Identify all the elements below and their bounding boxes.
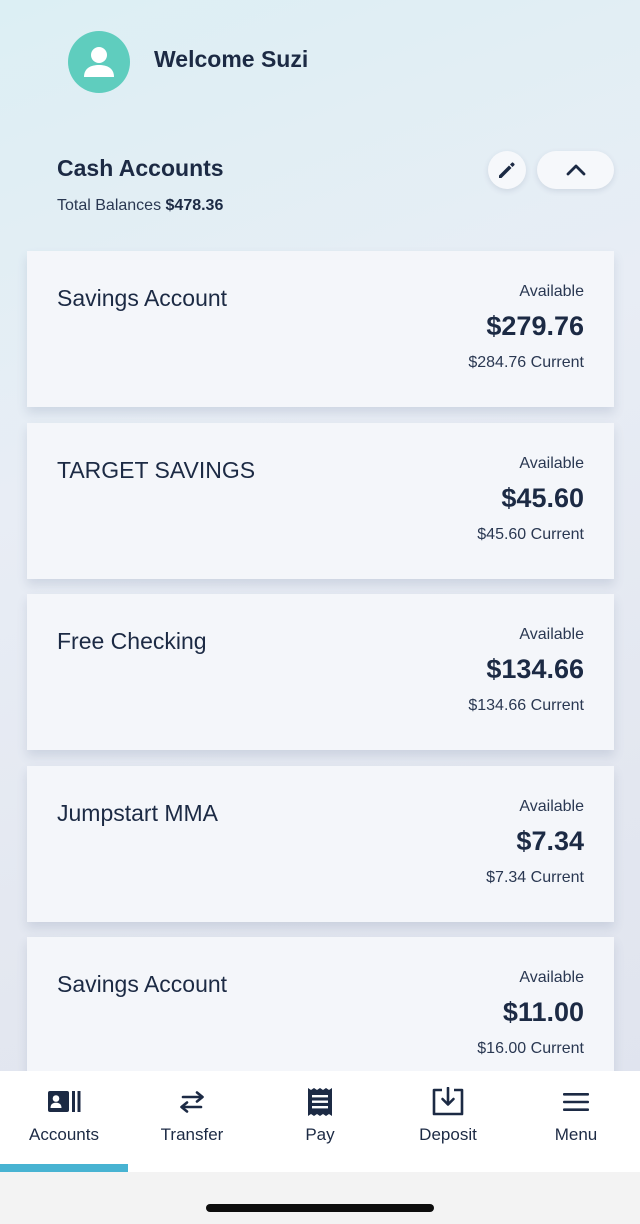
tab-label: Pay — [305, 1125, 335, 1144]
account-card[interactable]: Jumpstart MMA Available $7.34 $7.34 Curr… — [27, 766, 614, 922]
tab-transfer[interactable]: Transfer — [128, 1071, 256, 1172]
tab-label: Accounts — [29, 1125, 99, 1144]
available-balance: $11.00 — [502, 997, 584, 1027]
pencil-icon — [499, 162, 515, 178]
account-name: Savings Account — [57, 285, 228, 311]
tab-deposit[interactable]: Deposit — [384, 1071, 512, 1172]
current-balance: $134.66 Current — [468, 697, 584, 714]
available-label: Available — [519, 283, 584, 300]
account-name: Savings Account — [57, 971, 228, 997]
total-balances: Total Balances $478.36 — [57, 197, 223, 215]
tab-label: Menu — [554, 1125, 598, 1144]
current-balance: $16.00 Current — [477, 1040, 584, 1057]
available-balance: $7.34 — [516, 826, 584, 856]
account-card[interactable]: TARGET SAVINGS Available $45.60 $45.60 C… — [27, 423, 614, 579]
total-label: Total Balances — [57, 197, 162, 214]
account-name: Jumpstart MMA — [57, 800, 219, 826]
pay-icon — [308, 1088, 332, 1116]
header: Welcome Suzi — [0, 0, 640, 130]
available-label: Available — [519, 455, 584, 472]
tab-label: Transfer — [160, 1125, 224, 1144]
edit-button[interactable] — [488, 151, 526, 189]
tab-pay[interactable]: Pay — [256, 1071, 384, 1172]
deposit-icon — [432, 1087, 464, 1116]
current-balance: $7.34 Current — [486, 869, 584, 886]
home-indicator[interactable] — [206, 1204, 434, 1212]
available-label: Available — [519, 969, 584, 986]
available-balance: $279.76 — [486, 311, 584, 341]
avatar[interactable] — [68, 31, 130, 93]
available-label: Available — [519, 626, 584, 643]
tab-label: Deposit — [419, 1125, 477, 1144]
available-label: Available — [519, 798, 584, 815]
total-value: $478.36 — [165, 197, 224, 214]
home-indicator-area — [0, 1172, 640, 1224]
bottom-tab-bar: Accounts Transfer Pay Deposit Menu — [0, 1071, 640, 1172]
active-tab-indicator — [0, 1164, 128, 1172]
menu-icon — [563, 1093, 589, 1111]
accounts-icon — [48, 1091, 81, 1112]
section-title: Cash Accounts — [57, 155, 224, 181]
current-balance: $284.76 Current — [468, 354, 584, 371]
available-balance: $45.60 — [501, 483, 584, 513]
welcome-text: Welcome Suzi — [154, 46, 309, 72]
chevron-up-icon — [566, 164, 585, 176]
account-card[interactable]: Savings Account Available $279.76 $284.7… — [27, 251, 614, 407]
tab-menu[interactable]: Menu — [512, 1071, 640, 1172]
available-balance: $134.66 — [486, 654, 584, 684]
user-icon — [84, 47, 114, 77]
account-name: Free Checking — [57, 628, 207, 654]
account-card[interactable]: Free Checking Available $134.66 $134.66 … — [27, 594, 614, 750]
current-balance: $45.60 Current — [477, 526, 584, 543]
account-card[interactable]: Savings Account Available $11.00 $16.00 … — [27, 937, 614, 1093]
account-name: TARGET SAVINGS — [57, 457, 256, 483]
collapse-button[interactable] — [537, 151, 614, 189]
tab-accounts[interactable]: Accounts — [0, 1071, 128, 1172]
transfer-icon — [180, 1091, 204, 1113]
